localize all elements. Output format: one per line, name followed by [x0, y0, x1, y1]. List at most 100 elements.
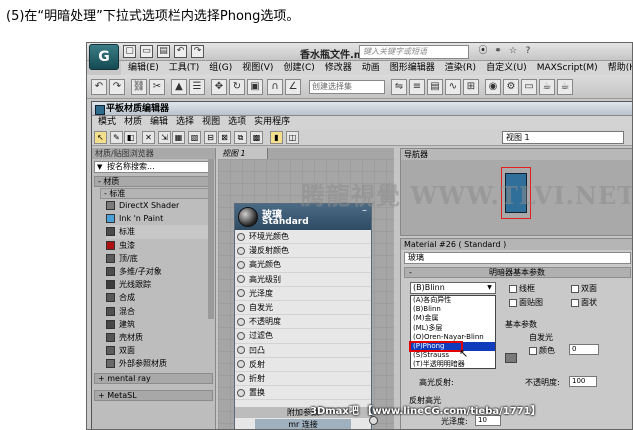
node-input-slot[interactable]: 高光级别 [235, 273, 371, 287]
menu-modifiers[interactable]: 修改器 [320, 61, 357, 75]
node-input-slot[interactable]: 过滤色 [235, 329, 371, 344]
shader-option[interactable]: (ML)多层 [411, 324, 495, 333]
editor-menu-utilities[interactable]: 实用程序 [250, 116, 294, 129]
editor-menu-modes[interactable]: 模式 [94, 116, 120, 129]
help-icon[interactable]: ? [522, 45, 534, 58]
render-setup-icon[interactable]: ⚙ [503, 79, 519, 95]
input-socket-icon[interactable] [237, 289, 245, 298]
lock-icon[interactable] [505, 353, 517, 363]
render-production-icon[interactable]: ☕ [557, 79, 573, 95]
editor-menu-material[interactable]: 材质 [120, 116, 146, 129]
material-id-icon[interactable]: ⧉ [234, 131, 247, 144]
redo-toolbar-icon[interactable]: ↷ [109, 79, 125, 95]
select-by-name-icon[interactable]: ☰ [189, 79, 205, 95]
browser-subgroup-standard[interactable]: - 标准 [100, 188, 213, 199]
unlink-icon[interactable]: ✂ [149, 79, 165, 95]
menu-edit[interactable]: 编辑(E) [123, 61, 164, 75]
material-node[interactable]: 玻璃 Standard – 环境光颜色 漫反射颜色 高光颜色 高光级别 光泽度 自发光 不透… [234, 203, 372, 429]
material-type-item[interactable]: 顶/底 [106, 252, 213, 265]
node-input-slot[interactable]: 折射 [235, 372, 371, 387]
browser-scrollbar[interactable] [208, 159, 214, 319]
node-input-slot[interactable]: 高光颜色 [235, 258, 371, 273]
input-socket-icon[interactable] [237, 317, 245, 326]
show-map-icon[interactable]: ▧ [188, 131, 201, 144]
node-output-socket[interactable] [369, 416, 378, 425]
menu-tools[interactable]: 工具(T) [164, 61, 205, 75]
browser-group-metasl[interactable]: + MetaSL [94, 390, 213, 402]
material-type-item[interactable]: 双面 [106, 344, 213, 357]
editor-menu-edit[interactable]: 编辑 [146, 116, 172, 129]
view-tab-1[interactable]: 视图 1 [218, 148, 268, 159]
input-socket-icon[interactable] [237, 275, 245, 284]
favorites-star-icon[interactable]: ☆ [507, 45, 519, 58]
node-input-slot[interactable]: 环境光颜色 [235, 230, 371, 245]
browser-group-materials[interactable]: - 材质 [94, 176, 213, 187]
wire-checkbox[interactable]: 线框 [509, 283, 535, 294]
material-type-item[interactable]: 虫漆 [106, 239, 213, 252]
hide-unused-icon[interactable]: ▦ [172, 131, 185, 144]
shader-basic-params-rollout[interactable]: - 明暗器基本参数 [404, 267, 631, 278]
link-icon[interactable]: ⛓ [131, 79, 147, 95]
show-end-result-icon[interactable]: ▮ [270, 131, 283, 144]
input-socket-icon[interactable] [237, 346, 245, 355]
node-input-slot[interactable]: 自发光 [235, 301, 371, 316]
menu-rendering[interactable]: 渲染(R) [440, 61, 481, 75]
communication-icon[interactable]: ⚭ [492, 45, 504, 58]
menu-create[interactable]: 创建(C) [278, 61, 319, 75]
node-input-slot[interactable]: 光泽度 [235, 287, 371, 301]
named-selection-set-dropdown[interactable]: 创建选择集 [309, 80, 385, 94]
delete-icon[interactable]: ✕ [142, 131, 155, 144]
faceted-checkbox[interactable]: 面状 [571, 297, 597, 308]
material-editor-icon[interactable]: ◉ [485, 79, 501, 95]
opacity-value-field[interactable]: 100 [569, 376, 597, 387]
curve-editor-icon[interactable]: ∿ [445, 79, 461, 95]
move-icon[interactable]: ✥ [211, 79, 227, 95]
editor-menu-view[interactable]: 视图 [198, 116, 224, 129]
browser-search-input[interactable]: 按名称搜索... [94, 161, 213, 173]
input-socket-icon[interactable] [237, 246, 245, 255]
layout-all-icon[interactable]: ⊟ [204, 131, 217, 144]
open-file-icon[interactable]: ▭ [140, 45, 153, 58]
menu-animation[interactable]: 动画 [357, 61, 385, 75]
menu-group[interactable]: 组(G) [204, 61, 237, 75]
select-object-icon[interactable]: ▲ [171, 79, 187, 95]
input-socket-icon[interactable] [237, 388, 245, 397]
material-type-item[interactable]: DirectX Shader [106, 199, 213, 212]
material-type-item[interactable]: 建筑 [106, 318, 213, 331]
scale-icon[interactable]: ▣ [247, 79, 263, 95]
assign-material-icon[interactable]: ◧ [124, 131, 137, 144]
shader-option[interactable]: (M)金属 [411, 314, 495, 323]
menu-customize[interactable]: 自定义(U) [481, 61, 532, 75]
undo-toolbar-icon[interactable]: ↶ [91, 79, 107, 95]
node-input-slot[interactable]: 漫反射颜色 [235, 244, 371, 259]
nav-toggle-icon[interactable]: ◫ [286, 131, 299, 144]
material-name-field[interactable]: 玻璃 [404, 252, 631, 264]
angle-snap-icon[interactable]: ∠ [285, 79, 301, 95]
input-socket-icon[interactable] [237, 360, 245, 369]
node-input-slot[interactable]: 不透明度 [235, 315, 371, 330]
binoculars-icon[interactable]: ⦿ [477, 45, 489, 58]
view-dropdown[interactable]: 视图 1 [502, 131, 624, 144]
self-illum-value-field[interactable]: 0 [569, 344, 599, 355]
input-socket-icon[interactable] [237, 303, 245, 312]
material-type-item[interactable]: 合成 [106, 291, 213, 304]
node-mr-connection[interactable]: mr 连接 [255, 419, 351, 429]
schematic-view-icon[interactable]: ⊞ [463, 79, 479, 95]
rotate-icon[interactable]: ↻ [229, 79, 245, 95]
application-logo-button[interactable]: G [89, 44, 119, 70]
layout-children-icon[interactable]: ⊠ [218, 131, 231, 144]
render-icon[interactable]: ☕ [539, 79, 555, 95]
material-type-item[interactable]: 外部参照材质 [106, 357, 213, 370]
snap-icon[interactable]: ∩ [267, 79, 283, 95]
menu-maxscript[interactable]: MAXScript(M) [532, 61, 603, 75]
material-type-item[interactable]: 标准 [106, 225, 213, 239]
input-socket-icon[interactable] [237, 260, 245, 269]
material-type-item[interactable]: 多维/子对象 [106, 265, 213, 278]
select-tool-icon[interactable]: ↖ [94, 131, 107, 144]
menu-graph-editors[interactable]: 图形编辑器 [385, 61, 440, 75]
undo-icon[interactable]: ↶ [174, 45, 187, 58]
browser-group-mental-ray[interactable]: + mental ray [94, 373, 213, 385]
node-input-slot[interactable]: 凹凸 [235, 344, 371, 358]
help-search-input[interactable]: 键入关键字或短语 [359, 45, 469, 59]
menu-views[interactable]: 视图(V) [237, 61, 278, 75]
